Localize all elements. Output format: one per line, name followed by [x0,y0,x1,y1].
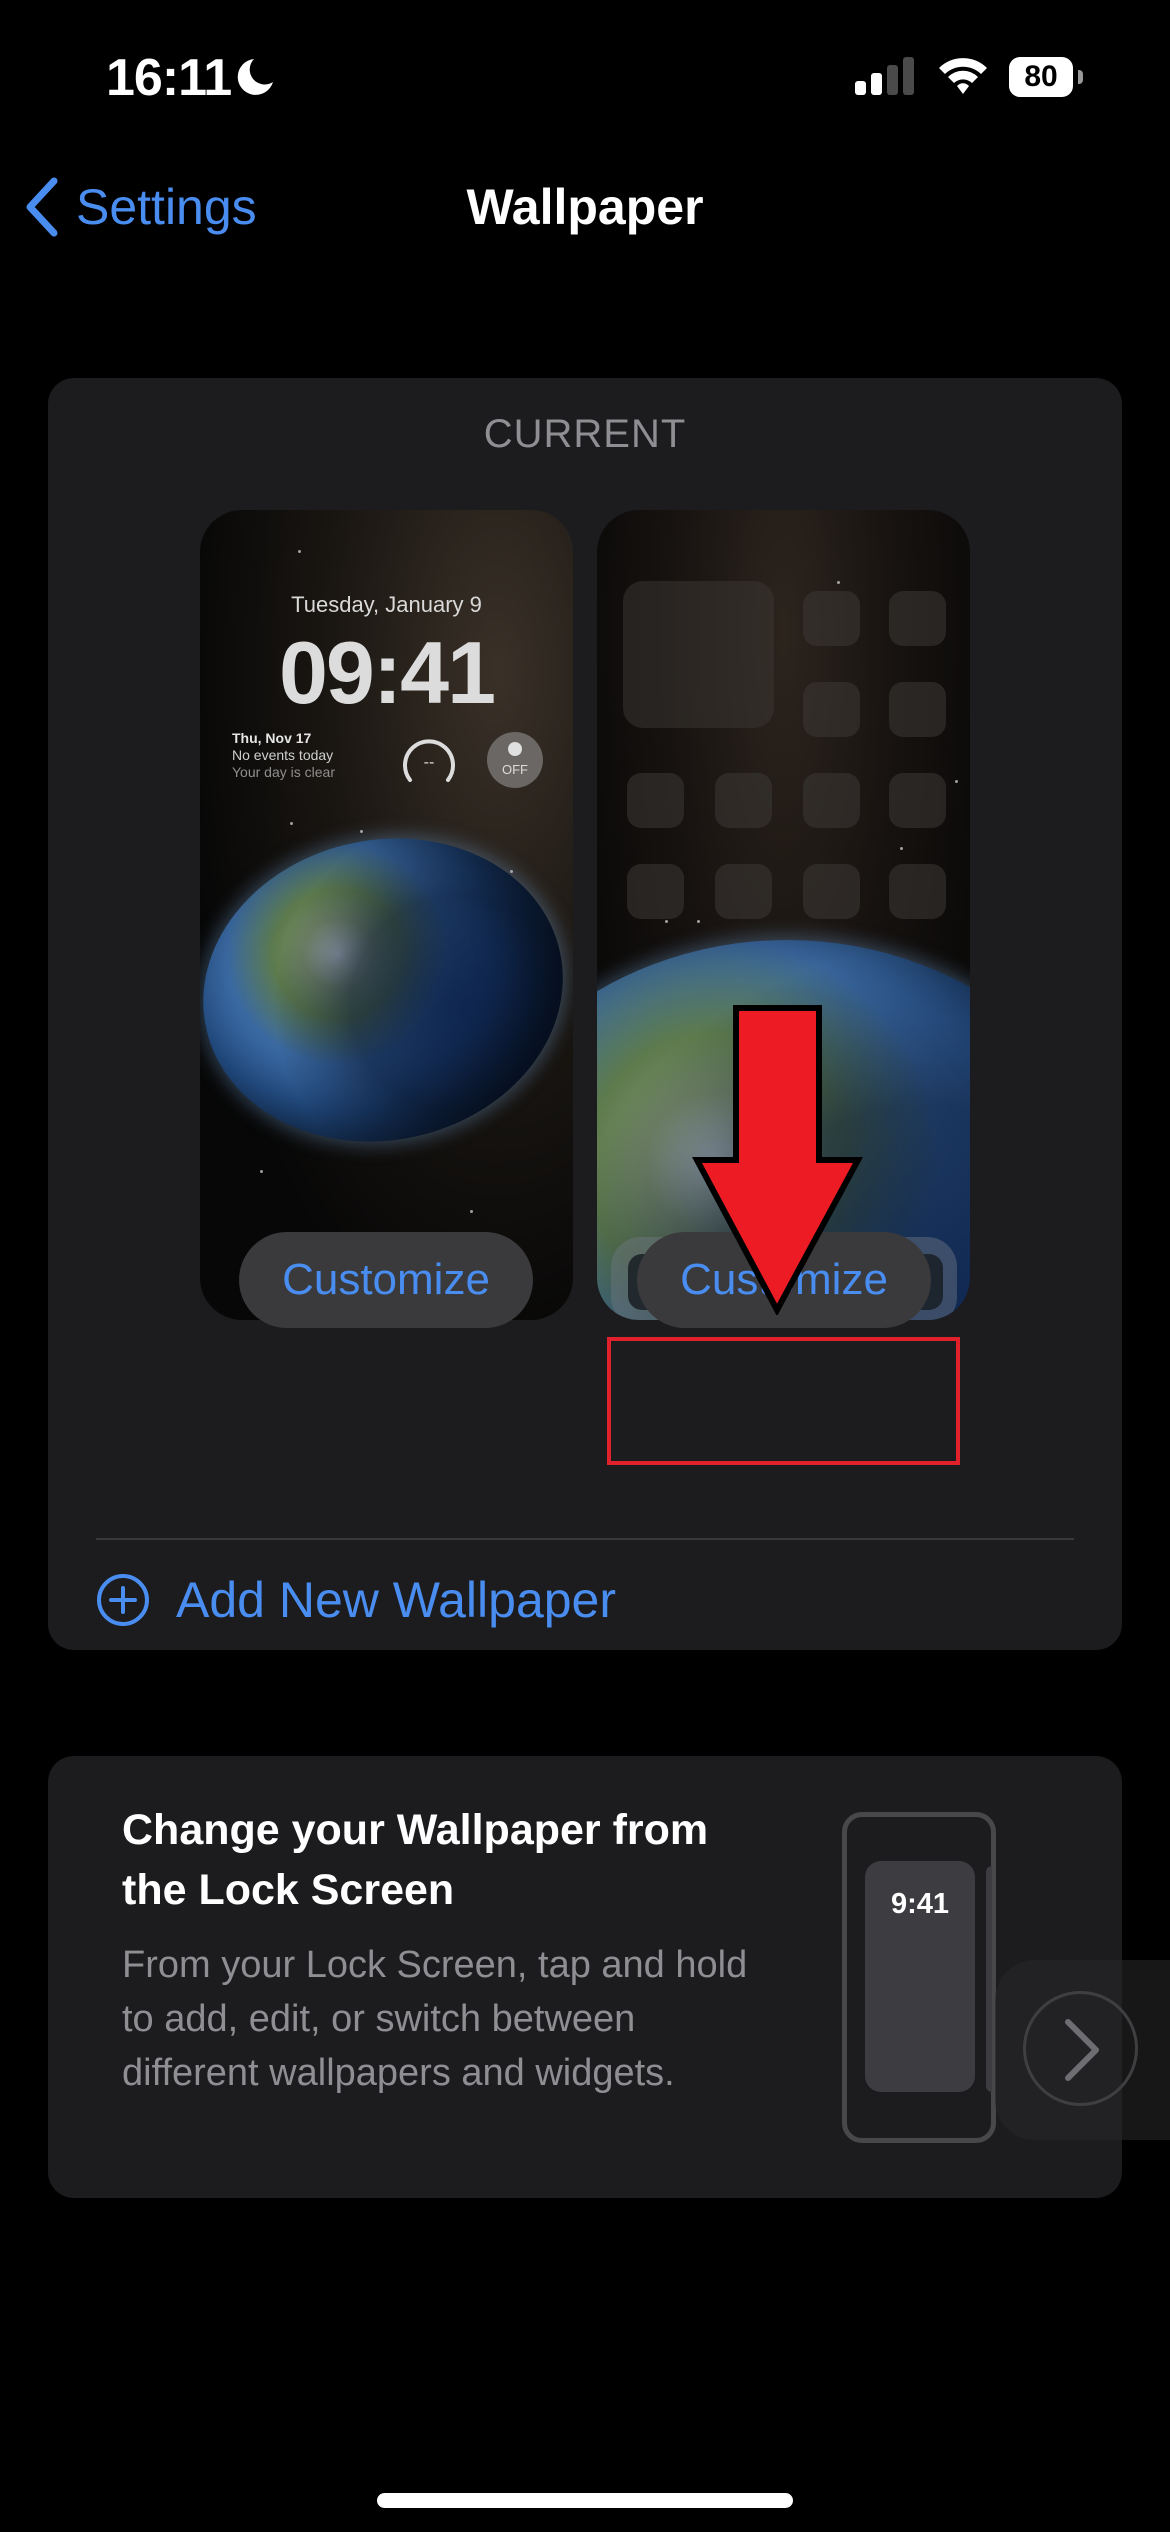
app-icon-placeholder [803,864,860,919]
gauge-widget-value: -- [424,754,435,771]
home-indicator[interactable] [377,2493,793,2508]
add-new-wallpaper-label: Add New Wallpaper [176,1572,617,1628]
next-tip-button[interactable] [1023,1991,1138,2106]
app-icon-placeholder [803,591,860,646]
divider [96,1538,1074,1540]
battery-tip [1078,70,1083,84]
moon-icon [237,59,273,95]
app-icon-placeholder [889,773,946,828]
section-label-current: CURRENT [483,412,687,456]
calendar-widget-subtitle: Your day is clear [232,764,335,780]
alarm-widget-label: OFF [502,762,528,777]
battery-indicator: 80 [1009,57,1073,97]
app-icon-placeholder [803,773,860,828]
alarm-widget: OFF [487,732,543,788]
app-icon-placeholder [715,773,772,828]
status-time: 16:11 [106,49,232,107]
phone-illustration-time: 9:41 [890,1888,950,1920]
gauge-widget-icon: -- [403,739,455,782]
calendar-widget-date: Thu, Nov 17 [232,730,312,746]
add-new-wallpaper-button[interactable]: Add New Wallpaper [96,1565,616,1635]
app-icon-placeholder [715,864,772,919]
app-icon-placeholder [889,591,946,646]
lock-preview-date: Tuesday, January 9 [291,592,482,617]
cellular-signal-icon [855,57,914,95]
phone-illustration-next-screen [986,1866,992,2092]
annotation-arrow-down-icon [692,1005,864,1315]
annotation-highlight-box [607,1337,960,1465]
tip-body: From your Lock Screen, tap and hold to a… [122,1944,748,2094]
earth-image [200,805,573,1175]
calendar-widget: Thu, Nov 17 No events today Your day is … [232,730,335,781]
alarm-clock-icon [508,742,522,756]
tip-title: Change your Wallpaper from the Lock Scre… [122,1806,709,1914]
widget-placeholder [623,581,774,728]
page-title: Wallpaper [466,179,704,235]
app-icon-placeholder [889,864,946,919]
wifi-icon [939,58,987,94]
lock-screen-preview[interactable]: Tuesday, January 9 09:41 Thu, Nov 17 No … [200,510,573,1320]
app-icon-placeholder [627,773,684,828]
app-icon-placeholder [627,864,684,919]
chevron-right-icon [1065,2019,1099,2081]
app-icon-placeholder [889,682,946,737]
customize-lock-screen-button[interactable]: Customize [239,1232,533,1328]
lock-preview-time: 09:41 [278,623,496,722]
plus-circle-icon [97,1574,149,1626]
app-icon-placeholder [803,682,860,737]
calendar-widget-events: No events today [232,747,334,763]
